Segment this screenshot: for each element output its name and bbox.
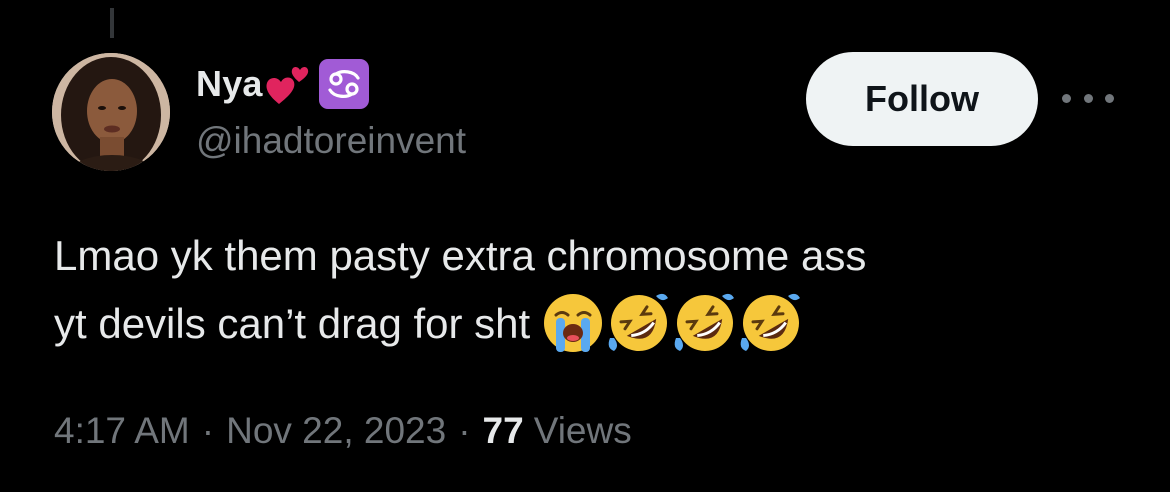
tweet-metadata: 4:17 AM · Nov 22, 2023 · 77 Views	[54, 410, 632, 452]
views-label[interactable]: Views	[534, 410, 632, 452]
meta-separator: ·	[458, 410, 471, 451]
tweet-text-line-1: Lmao yk them pasty extra chromosome ass	[54, 232, 867, 279]
author-name-row[interactable]: Nya	[196, 59, 369, 109]
more-dot	[1105, 93, 1114, 103]
tweet-time[interactable]: 4:17 AM	[54, 410, 190, 452]
more-options-icon[interactable]	[1062, 86, 1114, 110]
emoji-row	[538, 288, 802, 358]
avatar[interactable]	[52, 53, 170, 171]
cancer-zodiac-icon	[318, 59, 369, 109]
tweet-text: Lmao yk them pasty extra chromosome ass …	[54, 222, 1134, 362]
author-handle[interactable]: @ihadtoreinvent	[196, 120, 466, 162]
rolling-on-floor-laughing-icon	[674, 293, 735, 351]
more-dot	[1083, 93, 1093, 103]
two-hearts-icon	[266, 67, 308, 104]
follow-button[interactable]: Follow	[806, 52, 1038, 146]
thread-connector-line	[110, 8, 114, 38]
meta-separator: ·	[201, 410, 215, 451]
more-dot	[1062, 93, 1071, 103]
rolling-on-floor-laughing-icon	[608, 293, 669, 351]
tweet-text-line-2-wrapper: yt devils can’t drag for sht	[54, 290, 1134, 362]
tweet-text-line-2: yt devils can’t drag for sht	[54, 300, 531, 347]
loudly-crying-face-icon	[544, 293, 603, 352]
author-display-name[interactable]: Nya	[196, 63, 263, 105]
tweet-date[interactable]: Nov 22, 2023	[226, 410, 446, 452]
views-count[interactable]: 77	[483, 410, 524, 452]
rolling-on-floor-laughing-icon	[740, 293, 801, 351]
